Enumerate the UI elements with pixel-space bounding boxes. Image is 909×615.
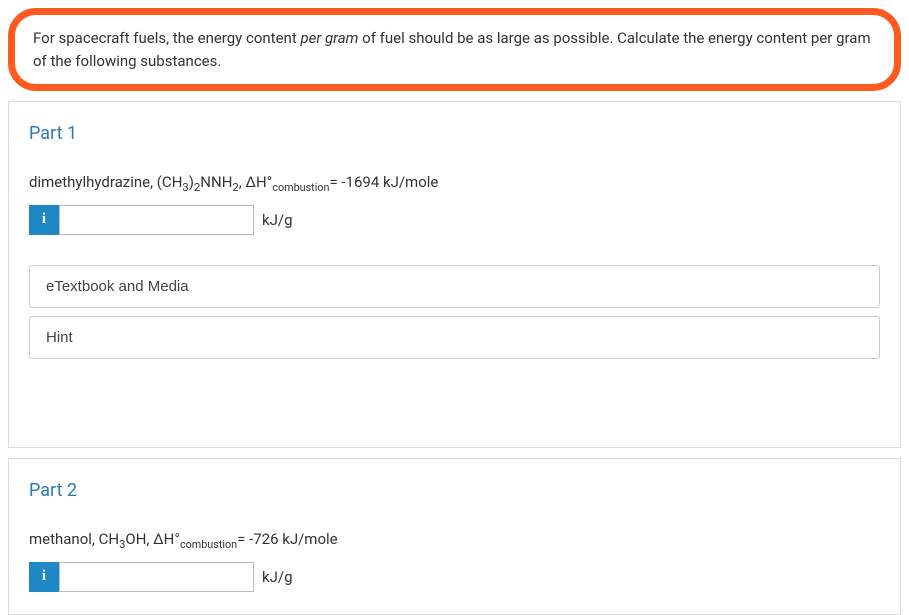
question-prompt: For spacecraft fuels, the energy content…: [8, 8, 901, 91]
p1-combustion: combustion: [272, 181, 329, 194]
part-2-substance: methanol, CH3OH, ΔH°combustion= -726 kJ/…: [29, 528, 880, 554]
p1-mid2: NNH: [200, 173, 232, 191]
p1-mid3: , ΔH°: [239, 173, 273, 191]
info-button-part2[interactable]: i: [29, 562, 59, 592]
part-1-body: dimethylhydrazine, (CH3)2NNH2, ΔH°combus…: [9, 161, 900, 257]
p2-value: = -726 kJ/mole: [237, 530, 338, 548]
part-2-heading: Part 2: [9, 459, 900, 518]
part-2-section: Part 2 methanol, CH3OH, ΔH°combustion= -…: [8, 458, 901, 615]
part-1-heading: Part 1: [9, 102, 900, 161]
question-italic: per gram: [300, 29, 358, 47]
unit-label-part2: kJ/g: [262, 566, 293, 589]
part-2-body: methanol, CH3OH, ΔH°combustion= -726 kJ/…: [9, 518, 900, 614]
question-text: For spacecraft fuels, the energy content…: [33, 29, 871, 70]
answer-input-part1[interactable]: [59, 205, 254, 235]
part-1-section: Part 1 dimethylhydrazine, (CH3)2NNH2, ΔH…: [8, 101, 901, 448]
hint-button[interactable]: Hint: [29, 316, 880, 359]
p2-combustion: combustion: [180, 538, 237, 551]
p2-pre: methanol, CH: [29, 530, 119, 548]
info-button-part1[interactable]: i: [29, 205, 59, 235]
answer-input-part2[interactable]: [59, 562, 254, 592]
spacer: [9, 367, 900, 447]
part-1-substance: dimethylhydrazine, (CH3)2NNH2, ΔH°combus…: [29, 171, 880, 197]
p2-mid1: OH, ΔH°: [125, 530, 180, 548]
part-1-input-row: i kJ/g: [29, 205, 880, 235]
unit-label-part1: kJ/g: [262, 209, 293, 232]
etextbook-button[interactable]: eTextbook and Media: [29, 265, 880, 308]
part-2-input-row: i kJ/g: [29, 562, 880, 592]
p1-pre: dimethylhydrazine, (CH: [29, 173, 182, 191]
p1-value: = -1694 kJ/mole: [329, 173, 438, 191]
question-pre: For spacecraft fuels, the energy content: [33, 29, 300, 47]
